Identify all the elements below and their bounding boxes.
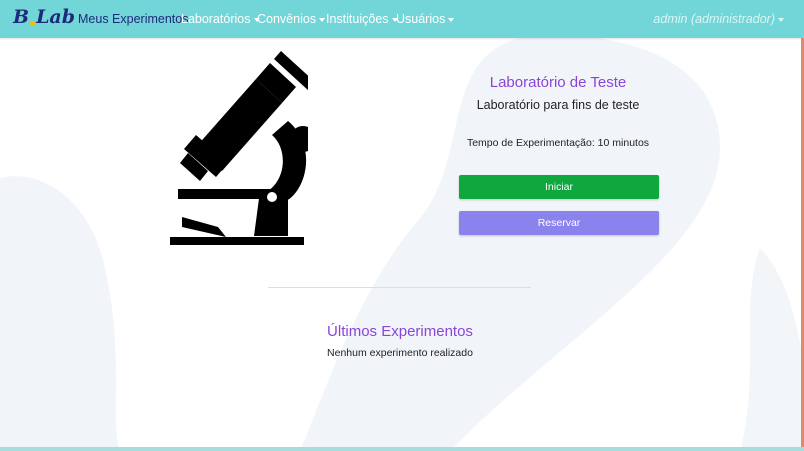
lab-title: Laboratório de Teste — [489, 74, 627, 91]
nav-convenios[interactable]: Convênios — [257, 12, 326, 26]
bottom-edge — [0, 447, 804, 451]
caret-down-icon — [319, 17, 326, 22]
lab-description: Laboratório para fins de teste — [476, 98, 640, 112]
top-navbar: B Lab Meus Experimentos Laboratórios Conv… — [0, 0, 804, 38]
nav-instituicoes[interactable]: Instituições — [326, 12, 398, 26]
logo-dot — [30, 21, 36, 26]
microscope-icon — [170, 51, 308, 245]
caret-down-icon — [448, 17, 455, 22]
section-divider — [268, 287, 531, 288]
nav-meus-experimentos[interactable]: Meus Experimentos — [78, 12, 188, 26]
recent-experiments-empty: Nenhum experimento realizado — [327, 347, 473, 359]
reserve-button[interactable]: Reservar — [459, 211, 659, 235]
nav-usuarios[interactable]: Usuários — [396, 12, 455, 26]
main-content: Laboratório de Teste Laboratório para fi… — [0, 38, 804, 451]
user-menu[interactable]: admin (administrador) — [653, 12, 784, 26]
experiment-time: Tempo de Experimentação: 10 minutos — [466, 137, 650, 149]
recent-experiments-title: Últimos Experimentos — [327, 323, 473, 340]
nav-laboratorios[interactable]: Laboratórios — [181, 12, 260, 26]
caret-down-icon — [778, 17, 784, 22]
blab-logo[interactable]: B Lab — [13, 6, 75, 28]
start-button[interactable]: Iniciar — [459, 175, 659, 199]
